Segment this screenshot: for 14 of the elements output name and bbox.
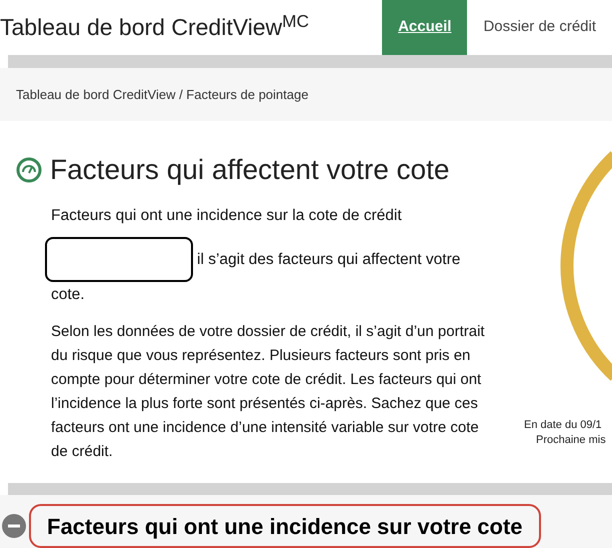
breadcrumb: Tableau de bord CreditView / Facteurs de pointage: [16, 86, 308, 104]
subtitle: Facteurs qui ont une incidence sur la cote de crédit: [51, 206, 403, 226]
gauge-icon: [16, 157, 42, 183]
intro-text: cote.: [51, 285, 86, 305]
section-title: Facteurs qui affectent votre cote: [50, 153, 450, 187]
body-text: Selon les données de votre dossier de crédit, il s’agit d’un portrait du risque que vous représentez. Plusieurs facteurs sont pris en compte pour déterminer votre cote de crédit. Les facteurs qui ont l’incidence la plus forte sont présentés ci-après. Sachez que ces facteurs ont une incidence d’une intensité variable sur votre cote de crédit.: [51, 322, 486, 462]
nav-tab[interactable]: Accueil: [382, 0, 468, 55]
collapse-icon[interactable]: [1, 513, 27, 539]
collapsible-heading[interactable]: Facteurs qui ont une incidence sur votre cote: [29, 504, 541, 548]
nav-tab[interactable]: Dossier de crédit: [467, 0, 612, 55]
next-update-text: Prochaine mis: [535, 433, 607, 448]
site-title: Tableau de bord CreditView$^{MC}$: [0, 10, 309, 42]
date-text: En date du 09/1: [523, 418, 603, 433]
intro-text: il s’agit des facteurs qui affectent votre: [197, 250, 460, 270]
